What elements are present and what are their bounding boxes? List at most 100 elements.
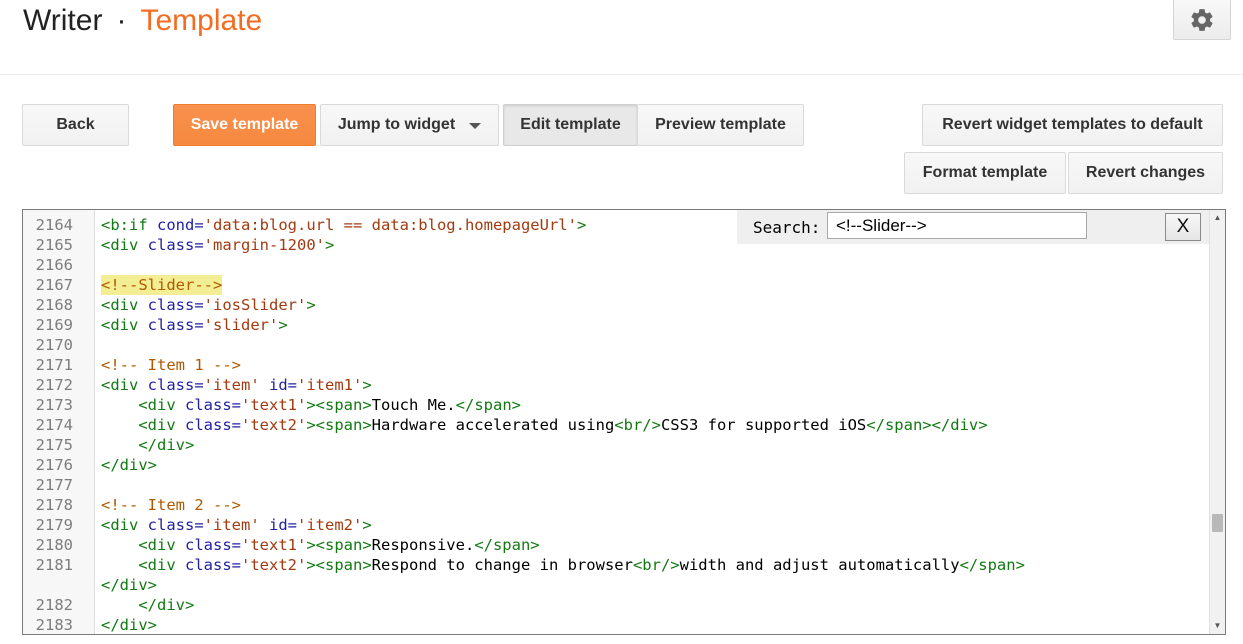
- code-token: class=: [185, 556, 241, 574]
- code-line[interactable]: 2180 <div class='text1'><span>Responsive…: [23, 535, 1209, 555]
- code-line[interactable]: 2179 <div class='item' id='item2'>: [23, 515, 1209, 535]
- code-line-content: <div class='iosSlider'>: [101, 295, 316, 315]
- code-token: 'text2': [241, 556, 307, 574]
- code-token: 'text1': [241, 536, 307, 554]
- code-token: <!--Slider-->: [101, 276, 223, 294]
- code-token: 'item': [203, 516, 269, 534]
- scroll-up-arrow-icon[interactable]: ▲: [1210, 210, 1225, 226]
- code-line[interactable]: 2181 <div class='text2'><span>Respond to…: [23, 555, 1209, 575]
- code-line[interactable]: 2176 </div>: [23, 455, 1209, 475]
- line-number: 2177: [35, 476, 73, 494]
- code-line-content: <div class='text1'><span>Touch Me.</span…: [101, 395, 521, 415]
- line-number: 2175: [35, 436, 73, 454]
- code-token: ><span>: [306, 536, 372, 554]
- code-token: ><span>: [306, 556, 372, 574]
- code-token: >: [576, 216, 587, 234]
- code-token: width and adjust automatically: [679, 556, 960, 574]
- code-token: class=: [147, 516, 204, 534]
- search-input[interactable]: <!--Slider-->: [827, 212, 1087, 239]
- code-token: <div: [138, 536, 185, 554]
- line-number: 2168: [35, 296, 73, 314]
- page-title: Writer · Template: [23, 4, 262, 38]
- code-token: <div: [138, 556, 185, 574]
- code-token: <b:if: [101, 216, 157, 234]
- revert-changes-button[interactable]: Revert changes: [1068, 152, 1223, 194]
- vertical-scrollbar[interactable]: ▲ ▼: [1209, 210, 1225, 634]
- code-token: >: [278, 316, 288, 334]
- code-area[interactable]: 2164 <b:if cond='data:blog.url == data:bl…: [23, 215, 1209, 634]
- code-token: ><span>: [306, 396, 372, 414]
- code-token: class=: [147, 296, 204, 314]
- code-token: <!-- Item 1 -->: [101, 356, 241, 374]
- settings-button[interactable]: [1173, 0, 1231, 40]
- code-line[interactable]: 2174 <div class='text2'><span>Hardware a…: [23, 415, 1209, 435]
- preview-template-button[interactable]: Preview template: [637, 104, 804, 146]
- code-line[interactable]: 2177: [23, 475, 1209, 495]
- jump-to-widget-label: Jump to widget: [337, 116, 456, 133]
- code-token: 'slider': [203, 316, 279, 334]
- code-token: </div>: [101, 456, 157, 474]
- code-line-content: </div>: [101, 615, 157, 634]
- line-number: 2166: [35, 256, 73, 274]
- code-line-content: </div>: [101, 575, 157, 595]
- title-separator: ·: [116, 4, 127, 37]
- line-number: 2179: [35, 516, 73, 534]
- save-template-button[interactable]: Save template: [173, 104, 316, 146]
- scrollbar-thumb[interactable]: [1212, 514, 1223, 532]
- revert-widget-templates-button[interactable]: Revert widget templates to default: [922, 104, 1223, 146]
- code-token: >: [306, 296, 316, 314]
- page-name: Template: [140, 4, 263, 37]
- code-token: <div: [101, 236, 148, 254]
- code-line-content: <b:if cond='data:blog.url == data:blog.h…: [101, 215, 586, 235]
- code-token: class=: [185, 396, 241, 414]
- code-token: 'text2': [241, 416, 307, 434]
- line-number: 2169: [35, 316, 73, 334]
- code-token: <div: [138, 396, 185, 414]
- code-token: 'margin-1200': [203, 236, 325, 254]
- code-token: >: [362, 376, 372, 394]
- code-line[interactable]: </div>: [23, 575, 1209, 595]
- code-line[interactable]: 2170: [23, 335, 1209, 355]
- line-number: 2167: [35, 276, 73, 294]
- chevron-down-icon: [469, 123, 482, 129]
- code-token: <br/>: [614, 416, 661, 434]
- search-bar: Search: <!--Slider--> X: [737, 210, 1210, 244]
- code-line[interactable]: 2182 </div>: [23, 595, 1209, 615]
- jump-to-widget-button[interactable]: Jump to widget: [320, 104, 499, 146]
- line-number: 2165: [35, 236, 73, 254]
- code-token: 'item': [203, 376, 269, 394]
- scroll-down-arrow-icon[interactable]: ▼: [1210, 618, 1225, 634]
- code-token: <div: [101, 376, 148, 394]
- code-token: </span>: [474, 536, 540, 554]
- code-token: class=: [147, 236, 204, 254]
- format-template-button[interactable]: Format template: [904, 152, 1066, 194]
- code-line[interactable]: 2171 <!-- Item 1 -->: [23, 355, 1209, 375]
- code-token: </div>: [138, 596, 195, 614]
- code-line-content: <div class='item' id='item1'>: [101, 375, 372, 395]
- line-number: 2171: [35, 356, 73, 374]
- code-line[interactable]: 2166: [23, 255, 1209, 275]
- code-token: </span>: [455, 396, 521, 414]
- code-line[interactable]: 2183 </div>: [23, 615, 1209, 634]
- line-number: 2183: [35, 616, 73, 634]
- code-line[interactable]: 2173 <div class='text1'><span>Touch Me.<…: [23, 395, 1209, 415]
- close-search-button[interactable]: X: [1165, 213, 1201, 241]
- code-token: id=: [269, 376, 297, 394]
- app-name[interactable]: Writer: [23, 4, 102, 37]
- code-token: Responsive.: [371, 536, 475, 554]
- template-code-editor[interactable]: 2164 <b:if cond='data:blog.url == data:bl…: [22, 209, 1226, 635]
- code-line[interactable]: 2169 <div class='slider'>: [23, 315, 1209, 335]
- code-line[interactable]: 2172 <div class='item' id='item1'>: [23, 375, 1209, 395]
- code-line[interactable]: 2178 <!-- Item 2 -->: [23, 495, 1209, 515]
- edit-template-button[interactable]: Edit template: [503, 104, 638, 146]
- code-token: ><span>: [306, 416, 372, 434]
- code-token: </div>: [101, 576, 157, 594]
- back-button[interactable]: Back: [22, 104, 129, 146]
- code-token: 'text1': [241, 396, 307, 414]
- line-number: 2173: [35, 396, 73, 414]
- code-line[interactable]: 2167 <!--Slider-->: [23, 275, 1209, 295]
- code-token: <div: [138, 416, 185, 434]
- code-line[interactable]: 2175 </div>: [23, 435, 1209, 455]
- code-line[interactable]: 2168 <div class='iosSlider'>: [23, 295, 1209, 315]
- code-line-content: <div class='item' id='item2'>: [101, 515, 372, 535]
